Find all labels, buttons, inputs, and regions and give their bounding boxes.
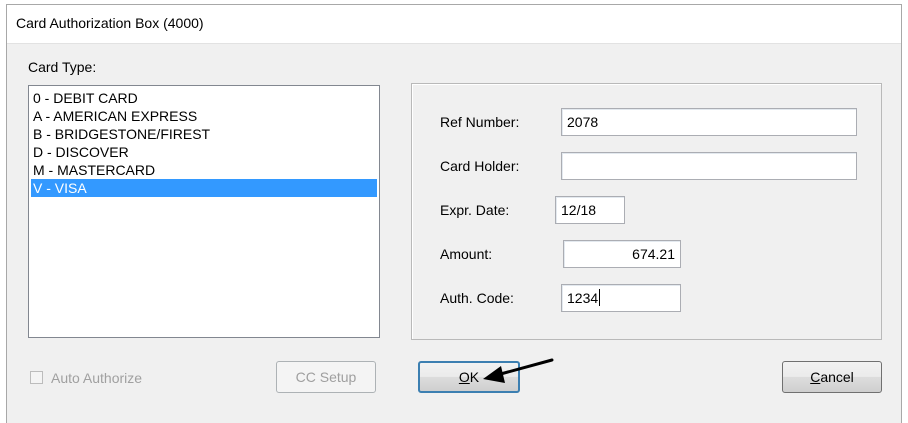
arrow-pointer-icon [483,358,554,383]
title-bar: Card Authorization Box (4000) [7,5,901,44]
text-caret [599,289,601,306]
cancel-hotkey: C [810,369,821,385]
expr-date-field[interactable]: 12/18 [555,196,625,224]
card-type-item-discover[interactable]: D - DISCOVER [31,143,377,161]
ok-label-rest: K [469,369,480,385]
ref-number-label: Ref Number: [440,114,520,130]
expr-date-label: Expr. Date: [440,202,510,218]
card-type-item-bridgestone[interactable]: B - BRIDGESTONE/FIREST [31,125,377,143]
auto-authorize-row: Auto Authorize [30,370,142,386]
auth-code-field[interactable]: 1234 [561,284,681,312]
ok-hotkey: O [458,369,470,385]
cancel-button[interactable]: Cancel [782,361,882,393]
auto-authorize-checkbox[interactable] [30,371,43,384]
amount-label: Amount: [440,246,493,262]
card-type-item-amex[interactable]: A - AMERICAN EXPRESS [31,107,377,125]
amount-field[interactable]: 674.21 [563,240,681,268]
card-type-label: Card Type: [28,59,97,75]
card-type-item-mastercard[interactable]: M - MASTERCARD [31,161,377,179]
window-title: Card Authorization Box (4000) [16,15,204,31]
cc-setup-button[interactable]: CC Setup [276,361,376,393]
auth-code-label: Auth. Code: [440,290,514,306]
auto-authorize-label: Auto Authorize [51,370,143,386]
ref-number-field[interactable]: 2078 [561,108,857,136]
auth-code-value: 1234 [567,290,599,306]
card-type-listbox[interactable]: 0 - DEBIT CARD A - AMERICAN EXPRESS B - … [28,85,380,338]
card-holder-field[interactable] [561,152,857,180]
cancel-label-rest: ancel [820,369,854,385]
card-type-item-debit[interactable]: 0 - DEBIT CARD [31,89,377,107]
card-type-item-visa[interactable]: V - VISA [31,179,377,197]
card-holder-label: Card Holder: [440,158,520,174]
